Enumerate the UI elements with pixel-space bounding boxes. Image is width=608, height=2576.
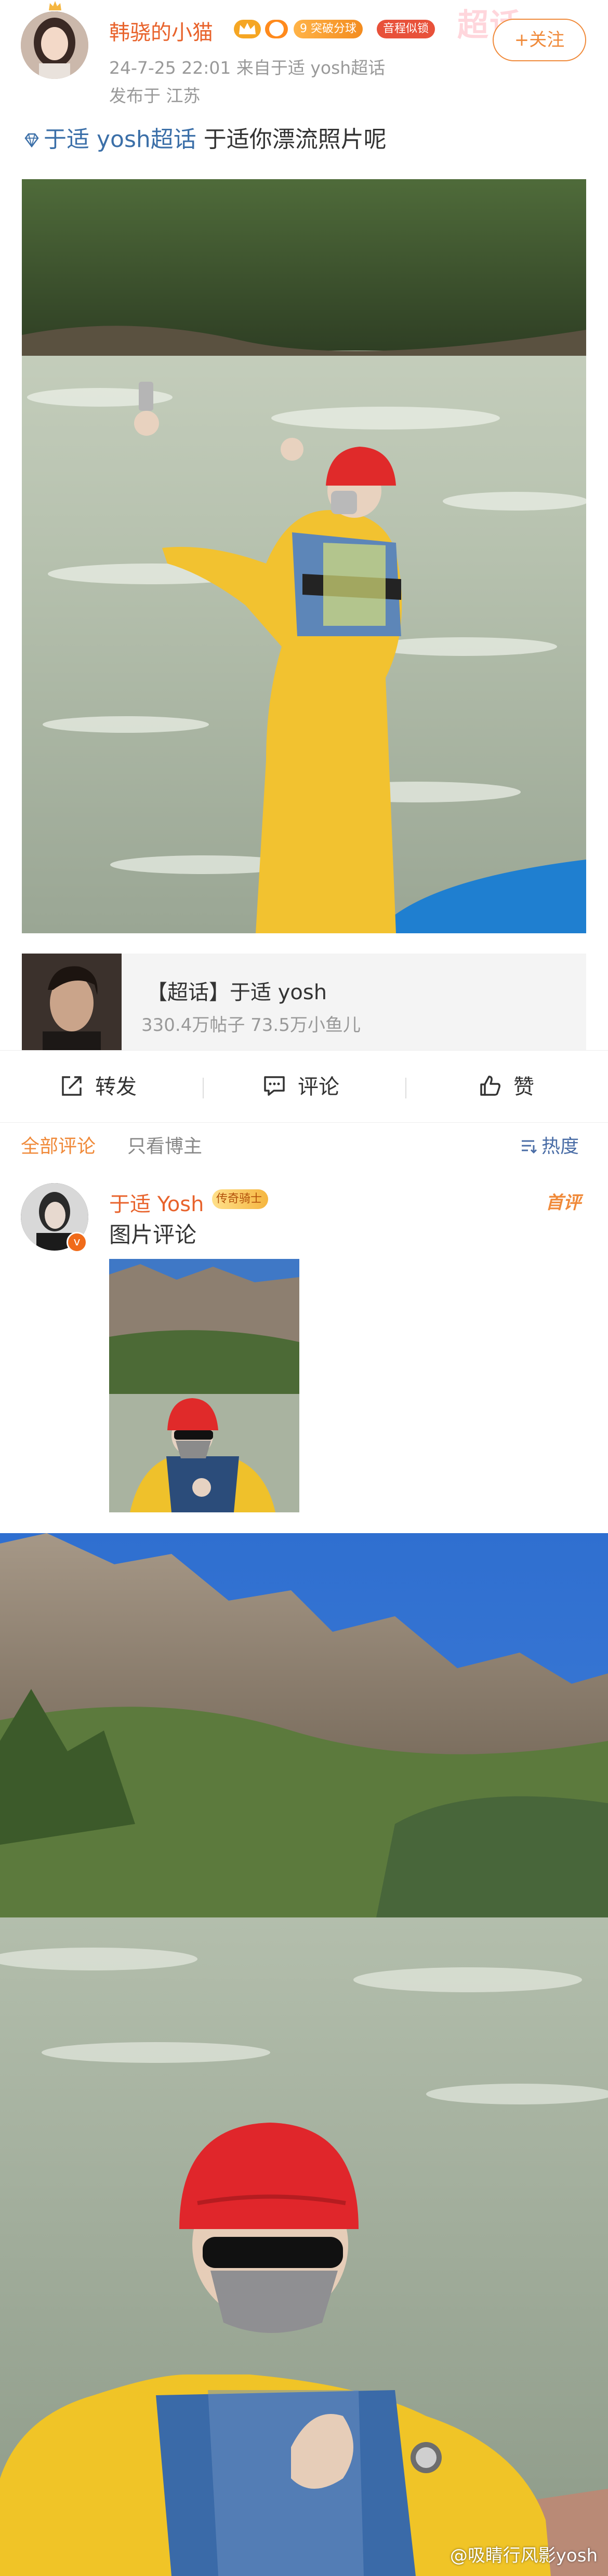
post-meta: 24-7-25 22:01 来自于适 yosh超话: [109, 58, 386, 78]
post-header: 韩骁的小猫 9 突破分球 音程似锁 24-7-25 22:01 来自于适 yos…: [0, 0, 608, 112]
supertopic-stats: 330.4万帖子 73.5万小鱼儿: [141, 1015, 361, 1036]
supertopic-link[interactable]: 于适 yosh超话: [23, 126, 204, 153]
comment-photo-expanded[interactable]: @吸睛行风影yosh: [0, 1533, 608, 2576]
comment-icon: [264, 1076, 285, 1096]
comment-tabs: 全部评论 只看博主 热度: [0, 1123, 608, 1168]
crown-badge-icon: [234, 20, 261, 38]
comment-label: 评论: [298, 1075, 339, 1099]
follow-button[interactable]: +关注: [493, 19, 586, 61]
supertopic-card[interactable]: 【超话】于适 yosh 330.4万帖子 73.5万小鱼儿: [22, 954, 586, 1052]
tab-author-only[interactable]: 只看博主: [127, 1131, 202, 1158]
fan-badge: 9 突破分球: [294, 20, 363, 38]
supertopic-link-label: 于适 yosh超话: [44, 126, 196, 153]
author-avatar[interactable]: [21, 11, 88, 79]
title-badge: 音程似锁: [377, 20, 435, 38]
sort-label: 热度: [541, 1136, 579, 1157]
diamond-icon: [24, 133, 39, 148]
divider: [203, 1078, 204, 1098]
post-location: 发布于 江苏: [109, 86, 201, 106]
weibo-watermark: @吸睛行风影yosh: [450, 2545, 598, 2566]
post-text: 于适 yosh超话 于适你漂流照片呢: [23, 120, 387, 154]
comment-button[interactable]: 评论: [262, 1051, 339, 1123]
fan-badge-level: 9: [300, 22, 307, 35]
comment-photo[interactable]: [109, 1259, 299, 1512]
comment-text: 图片评论: [109, 1222, 197, 1247]
first-comment-label: 首评: [546, 1192, 581, 1213]
sort-icon: [522, 1140, 537, 1154]
like-label: 赞: [513, 1075, 534, 1099]
author-name[interactable]: 韩骁的小猫: [109, 16, 213, 46]
divider: [405, 1078, 406, 1098]
commenter-name[interactable]: 于适 Yosh: [109, 1187, 204, 1217]
comment-item: v 于适 Yosh 传奇骑士 首评 图片评论: [0, 1178, 608, 1521]
post-body: 于适你漂流照片呢: [203, 126, 387, 153]
action-bar: 转发 评论 赞: [0, 1050, 608, 1123]
sort-hot-button[interactable]: 热度: [520, 1131, 579, 1158]
repost-label: 转发: [95, 1075, 137, 1099]
post-photo[interactable]: [22, 179, 586, 933]
fan-badge-label: 突破分球: [311, 22, 357, 35]
tab-all-comments[interactable]: 全部评论: [21, 1131, 96, 1158]
like-button[interactable]: 赞: [478, 1051, 534, 1123]
share-icon: [62, 1076, 82, 1096]
supertopic-thumbnail: [22, 954, 122, 1052]
repost-button[interactable]: 转发: [60, 1051, 137, 1123]
supertopic-title: 【超话】于适 yosh: [147, 981, 327, 1004]
crown-icon: [49, 1, 61, 10]
level-badge: [265, 20, 288, 38]
verified-icon: v: [67, 1232, 87, 1253]
commenter-badge: 传奇骑士: [212, 1189, 269, 1209]
thumbs-up-icon: [480, 1076, 500, 1096]
